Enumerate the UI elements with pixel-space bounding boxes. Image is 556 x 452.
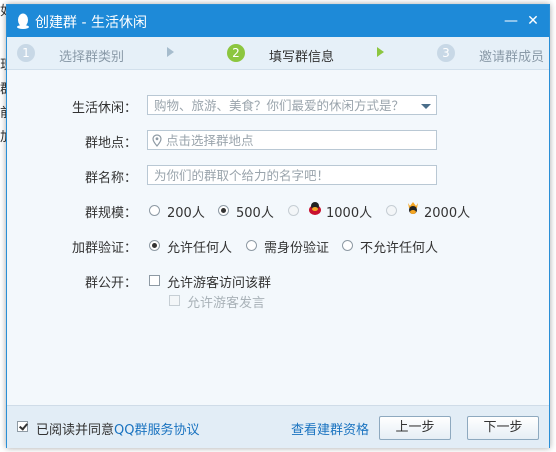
step-arrow-icon xyxy=(167,47,174,57)
size-1000-label[interactable]: 1000人 xyxy=(326,202,372,221)
size-200-label[interactable]: 200人 xyxy=(167,202,205,221)
verify-deny-all-label[interactable]: 不允许任何人 xyxy=(360,237,438,256)
close-button[interactable]: ✕ xyxy=(525,13,541,29)
step-arrow-icon xyxy=(377,47,384,57)
verify-require-auth-radio[interactable] xyxy=(246,240,257,251)
visitor-view-checkbox[interactable] xyxy=(149,275,160,286)
group-name-placeholder: 为你们的群取个给力的名字吧！ xyxy=(154,168,330,183)
verify-require-auth-label[interactable]: 需身份验证 xyxy=(264,237,329,256)
visitor-post-label: 允许游客发言 xyxy=(187,296,266,311)
create-group-dialog: 创建群 - 生活休闲 — ✕ 1 选择群类别 2 填写群信息 3 邀请群成员 生… xyxy=(6,4,550,448)
location-field[interactable]: 点击选择群地点 xyxy=(147,130,437,150)
size-500-label[interactable]: 500人 xyxy=(236,202,274,221)
step-3-label: 邀请群成员 xyxy=(479,50,545,65)
size-label: 群规模： xyxy=(84,206,137,221)
step-indicator: 1 选择群类别 2 填写群信息 3 邀请群成员 xyxy=(7,37,549,70)
verify-allow-anyone-radio[interactable] xyxy=(149,240,160,251)
name-label: 群名称： xyxy=(84,171,137,186)
location-pin-icon xyxy=(152,134,162,147)
dialog-footer: 已阅读并同意QQ群服务协议 查看建群资格 上一步 下一步 xyxy=(7,405,549,448)
location-placeholder: 点击选择群地点 xyxy=(165,133,254,148)
previous-step-button[interactable]: 上一步 xyxy=(379,416,451,440)
step-1-label: 选择群类别 xyxy=(59,50,125,65)
group-name-input[interactable]: 为你们的群取个给力的名字吧！ xyxy=(147,165,437,185)
size-2000-radio[interactable] xyxy=(386,205,397,216)
location-label: 群地点： xyxy=(84,136,137,151)
svip-badge-icon xyxy=(309,202,321,215)
step-2-label: 填写群信息 xyxy=(269,50,335,65)
verify-deny-all-radio[interactable] xyxy=(342,240,353,251)
step-3-number: 3 xyxy=(437,44,455,62)
category-placeholder: 购物、旅游、美食？你们最爱的休闲方式是？ xyxy=(154,98,405,113)
title-bar[interactable]: 创建群 - 生活休闲 — ✕ xyxy=(7,5,549,37)
minimize-button[interactable]: — xyxy=(503,13,519,29)
service-agreement-link[interactable]: QQ群服务协议 xyxy=(114,423,199,438)
step-2-number: 2 xyxy=(227,44,245,62)
agree-terms-checkbox[interactable] xyxy=(17,421,28,432)
step-1-number: 1 xyxy=(17,44,35,62)
public-label: 群公开： xyxy=(84,276,137,291)
window-title: 创建群 - 生活休闲 xyxy=(35,15,147,31)
next-step-button[interactable]: 下一步 xyxy=(467,416,539,440)
size-2000-label[interactable]: 2000人 xyxy=(424,202,470,221)
size-1000-radio[interactable] xyxy=(288,205,299,216)
category-label: 生活休闲： xyxy=(71,101,137,116)
view-qualification-link[interactable]: 查看建群资格 xyxy=(291,419,369,438)
qq-penguin-icon xyxy=(17,13,29,29)
agree-terms-text: 已阅读并同意QQ群服务协议 xyxy=(36,419,199,438)
visitor-view-label[interactable]: 允许游客访问该群 xyxy=(167,272,271,291)
size-500-radio[interactable] xyxy=(218,205,229,216)
agree-prefix: 已阅读并同意 xyxy=(36,423,115,438)
verify-label: 加群验证： xyxy=(71,241,137,256)
size-200-radio[interactable] xyxy=(149,205,160,216)
verify-allow-anyone-label[interactable]: 允许任何人 xyxy=(167,237,232,256)
category-select[interactable]: 购物、旅游、美食？你们最爱的休闲方式是？ xyxy=(147,95,437,115)
svip-crown-badge-icon xyxy=(408,202,418,214)
visitor-post-checkbox[interactable] xyxy=(169,295,180,306)
chevron-down-icon xyxy=(421,104,431,109)
